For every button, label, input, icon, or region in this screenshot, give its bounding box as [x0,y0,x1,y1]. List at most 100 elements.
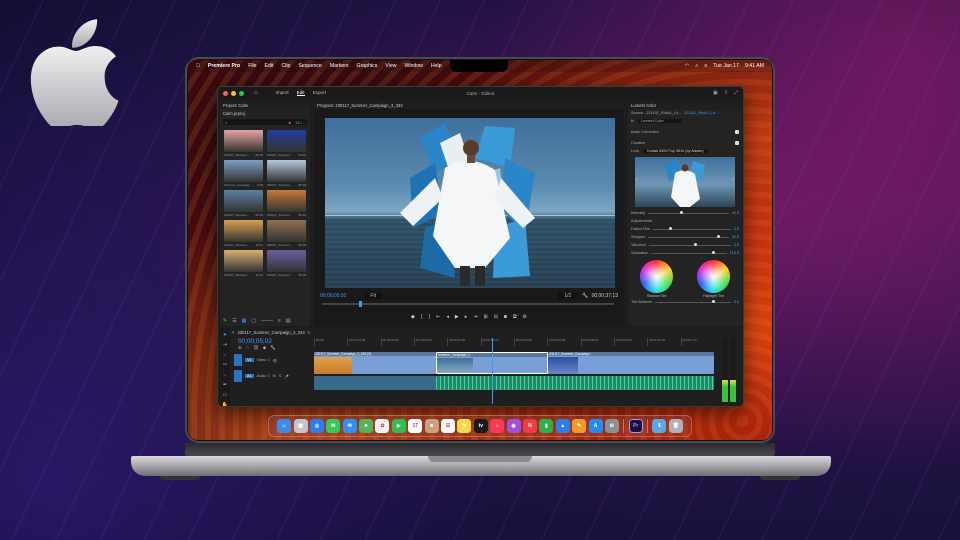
wrench-icon[interactable]: 🔧 [582,293,588,299]
voiceover-mic-icon[interactable]: 🎤 [284,374,289,379]
premiere-pro-icon[interactable]: Pr [628,419,643,433]
lumetri-effect-dropdown[interactable]: Lumetri Color [637,119,682,123]
apple-menu-icon[interactable]:  [196,63,200,69]
menu-clip[interactable]: Clip [282,63,291,69]
project-thumbnail[interactable]: 230117_Summer... 14:16 [224,250,263,277]
facetime-icon[interactable]: ▶ [391,419,406,433]
music-icon[interactable]: ♫ [490,419,505,433]
track-select-tool-icon[interactable]: ⇥ [223,342,227,348]
nest-icon[interactable]: ⊕ [238,345,242,351]
share-icon[interactable]: ⇪ [724,90,728,96]
system-settings-icon[interactable]: ⚙ [604,419,619,433]
new-bin-icon[interactable]: ■ [289,120,291,125]
news-icon[interactable]: N [522,419,537,433]
adjustments-section[interactable]: Adjustments [631,219,652,223]
slider-value[interactable]: 30.0 [732,235,739,239]
wifi-icon[interactable]: ◠ [685,63,690,69]
audio-clip-waveform[interactable] [436,376,714,390]
notes-icon[interactable]: ✎ [457,419,472,433]
add-marker-icon[interactable]: ◆ [411,314,415,320]
numbers-icon[interactable]: ▮ [539,419,554,433]
play-button[interactable]: ▶ [455,314,459,320]
go-to-out-icon[interactable]: ⇥ [473,314,477,320]
safari-icon[interactable]: ◎ [309,419,324,433]
export-frame-icon[interactable]: ◙ [504,314,507,320]
project-panel-header[interactable]: Project: Calm [220,101,310,109]
hand-tool-icon[interactable]: ✋ [222,402,228,406]
creative-checkbox[interactable] [735,141,739,145]
track-v1-name[interactable]: V1 [245,358,254,362]
fullscreen-icon[interactable]: ⤢ [734,90,738,96]
workspaces-icon[interactable]: ▣ [713,90,718,96]
project-thumbnail[interactable]: 230117_Summer... 05:18 [224,190,263,217]
menu-help[interactable]: Help [431,63,442,69]
razor-tool-icon[interactable]: ✂ [223,362,227,368]
control-center-icon[interactable]: ≡ [704,63,707,69]
ripple-edit-tool-icon[interactable]: ⇔ [223,352,228,358]
adjustment-slider[interactable] [651,251,727,254]
icon-view-icon[interactable]: ▦ [242,318,247,324]
tab-export[interactable]: Export [313,90,326,96]
intensity-slider[interactable] [648,211,729,214]
program-monitor-header[interactable]: Program: 230117_Summer_Campaign_3_333 [314,101,624,109]
zoom-slider[interactable]: —◦— [261,318,273,324]
program-playhead-timecode[interactable]: 00;00;05;02 [320,293,346,299]
close-window-button[interactable] [223,90,228,96]
tint-balance-value[interactable]: 0.0 [734,300,739,304]
insert-icon[interactable]: ⊞ [484,314,488,320]
menu-app-name[interactable]: Premiere Pro [208,63,240,69]
step-back-icon[interactable]: ◂ [446,314,449,320]
overwrite-icon[interactable]: ⊟ [494,314,498,320]
menu-view[interactable]: View [385,63,396,69]
look-dropdown[interactable]: Kodak 5300 Fuji 3510 (by Adobe) [643,149,708,153]
program-playhead[interactable] [359,301,362,307]
slip-tool-icon[interactable]: ↔ [223,372,228,378]
timeline-clip[interactable]: 230117_Summer_Campaign_3_333 [V] [314,352,436,374]
snap-icon[interactable]: ∩ [246,345,249,351]
timeline-timecode[interactable]: 00;00;05;02 [238,338,272,345]
intensity-value[interactable]: 43.3 [732,211,739,215]
project-thumbnail[interactable]: 230117_Summer... 05:18 [267,160,306,187]
project-thumbnail[interactable]: Summer_Campaig... 6:09 [224,160,263,187]
pen-tool-icon[interactable]: ✒ [223,382,227,388]
slider-value[interactable]: 0.0 [734,227,739,231]
slider-value[interactable]: 0.0 [734,243,739,247]
maps-icon[interactable]: ➤ [359,419,374,433]
settings-icon[interactable]: ⚙ [523,314,527,320]
solo-icon[interactable]: S [279,374,282,378]
project-thumbnail[interactable]: 230117_Summer... 04:20 [267,130,306,157]
menu-edit[interactable]: Edit [265,63,274,69]
list-view-icon[interactable]: ☰ [232,318,236,324]
mail-icon[interactable]: ✉ [342,419,357,433]
finder-icon[interactable]: ☺ [277,419,292,433]
track-target-v1[interactable] [234,354,242,366]
look-next-icon[interactable]: › [732,177,734,183]
project-thumbnail[interactable]: 230117_Summer... 05:18 [267,250,306,277]
adjustment-slider[interactable] [653,227,731,230]
menubar-date[interactable]: Tue Jan 17 [713,63,739,69]
tint-balance-slider[interactable] [654,300,731,303]
pencil-icon[interactable]: ✎ [223,318,227,324]
project-thumbnail[interactable]: 230117_Summer... 05:18 [267,220,306,247]
sequence-menu-icon[interactable]: ≡ [308,330,310,335]
basic-correction-checkbox[interactable] [735,130,739,134]
podcasts-icon[interactable]: ◉ [506,419,521,433]
project-search-input[interactable]: ⌕ ■ 13 I... [223,119,307,125]
menu-graphics[interactable]: Graphics [357,63,378,69]
messages-icon[interactable]: ✉ [326,419,341,433]
sort-icon[interactable]: ≡ [278,318,281,324]
app-store-icon[interactable]: A [588,419,603,433]
program-video-frame[interactable] [325,118,615,288]
new-item-icon[interactable]: ▤ [286,318,291,324]
sequence-tab[interactable]: 230117_Summer_Campaign_3_333 [237,330,304,335]
go-to-in-icon[interactable]: ⇤ [436,314,440,320]
launchpad-icon[interactable]: ▦ [293,419,308,433]
project-thumbnail[interactable]: 230117_Summer... 16:11 [224,220,263,247]
add-marker-timeline-icon[interactable]: ◆ [263,345,266,351]
highlight-tint-wheel[interactable] [697,260,730,293]
program-scrub-bar[interactable] [322,301,614,307]
keynote-icon[interactable]: ▲ [555,419,570,433]
timeline-settings-icon[interactable]: 🔧 [270,345,276,351]
tab-edit[interactable]: Edit [296,90,305,96]
adjustment-slider[interactable] [648,243,731,246]
